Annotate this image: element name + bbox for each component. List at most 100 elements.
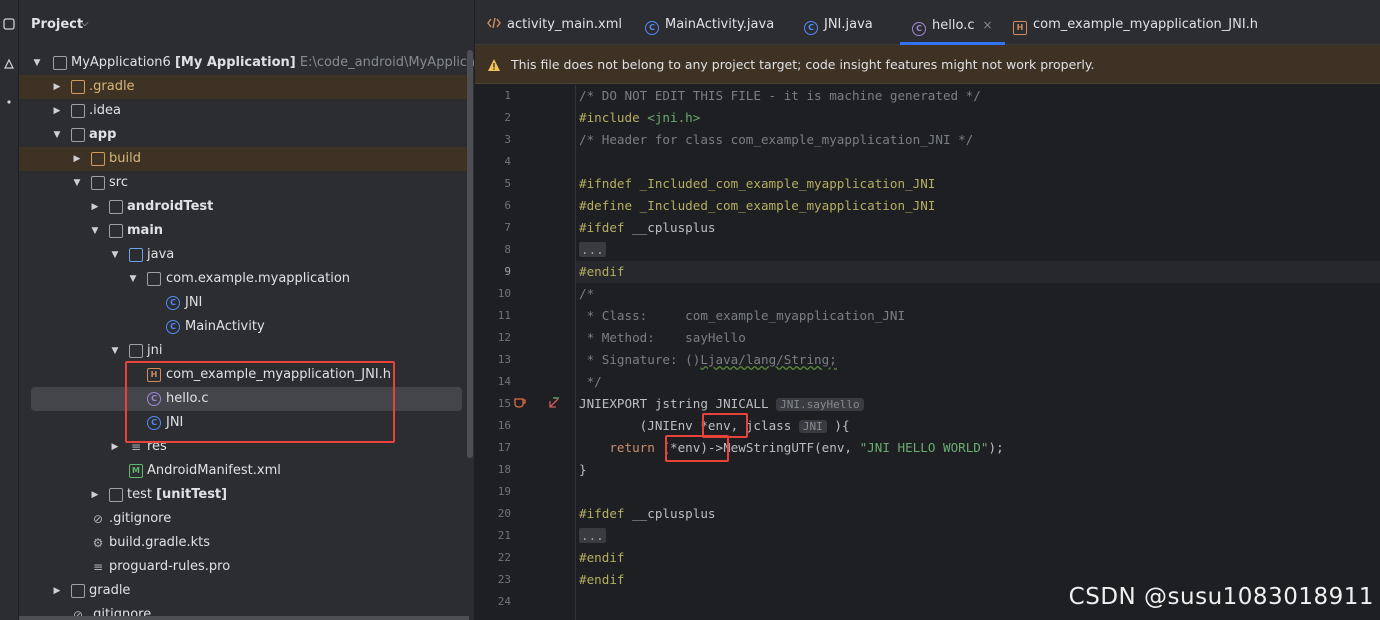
tree-item-jni-class[interactable]: C JNI: [19, 291, 467, 315]
expanded-arrow-icon[interactable]: ▼: [109, 243, 121, 267]
code-line-14[interactable]: */: [579, 371, 602, 393]
tab-mainactivity-java[interactable]: C MainActivity.java: [645, 0, 774, 45]
code-line-2[interactable]: #include <jni.h>: [579, 107, 700, 129]
line-number: 6: [504, 199, 511, 212]
expanded-arrow-icon[interactable]: ▼: [109, 339, 121, 363]
horizontal-scrollbar[interactable]: [19, 616, 469, 620]
collapsed-arrow-icon[interactable]: ▶: [109, 435, 121, 459]
code-line-21[interactable]: ...: [579, 525, 606, 547]
line-number: 22: [497, 551, 511, 564]
tab-jni-java[interactable]: C JNI.java: [804, 0, 873, 45]
tree-item-build-gradle[interactable]: ⚙ build.gradle.kts: [19, 531, 467, 555]
tree-item-app[interactable]: ▼ app: [19, 123, 467, 147]
tree-item-test[interactable]: ▶ test [unitTest]: [19, 483, 467, 507]
code-line-9[interactable]: #endif: [579, 261, 625, 283]
editor-gutter: 1 2 3 4 5 6 7 8 9 10 11 12 13 14 15 16 1…: [475, 85, 576, 620]
tree-item-src[interactable]: ▼ src: [19, 171, 467, 195]
tree-item-label: java: [147, 247, 175, 262]
code-line-7[interactable]: #ifdef __cplusplus: [579, 217, 716, 239]
collapsed-arrow-icon[interactable]: ▶: [51, 99, 63, 123]
tree-item-manifest[interactable]: M AndroidManifest.xml: [19, 459, 467, 483]
code-line-8[interactable]: ...: [579, 239, 606, 261]
module-folder-icon: [71, 128, 85, 142]
tree-item-label: JNI: [185, 295, 203, 310]
tree-item-label: MyApplication6 [My Application] E:\code_…: [71, 55, 474, 70]
close-icon[interactable]: ×: [982, 18, 992, 32]
code-line-22[interactable]: #endif: [579, 547, 625, 569]
more-tools-icon[interactable]: [2, 96, 16, 110]
tab-activity-main-xml[interactable]: activity_main.xml: [487, 0, 622, 45]
line-number: 12: [497, 331, 511, 344]
editor-tab-bar: activity_main.xml C MainActivity.java C JN…: [475, 0, 1380, 45]
code-line-1[interactable]: /* DO NOT EDIT THIS FILE - it is machine…: [579, 85, 981, 107]
collapsed-arrow-icon[interactable]: ▶: [51, 75, 63, 99]
tree-item-package[interactable]: ▼ com.example.myapplication: [19, 267, 467, 291]
folder-icon: [91, 176, 105, 190]
code-line-23[interactable]: #endif: [579, 569, 625, 591]
collapsed-arrow-icon[interactable]: ▶: [51, 579, 63, 603]
tree-item-label: MainActivity: [185, 319, 265, 334]
tree-item-proguard[interactable]: ≡ proguard-rules.pro: [19, 555, 467, 579]
code-line-3[interactable]: /* Header for class com_example_myapplic…: [579, 129, 973, 151]
collapsed-arrow-icon[interactable]: ▶: [89, 195, 101, 219]
tree-item-label: build.gradle.kts: [109, 535, 211, 550]
module-folder-icon: [53, 56, 67, 70]
tab-jni-header[interactable]: Hcom_example_myapplication_JNI.h: [1013, 0, 1258, 45]
tree-item-jni-folder[interactable]: ▼ jni: [19, 339, 467, 363]
tree-item-gitignore-app[interactable]: ⊘ .gitignore: [19, 507, 467, 531]
project-tool-icon[interactable]: [2, 18, 16, 32]
line-number: 17: [497, 441, 511, 454]
tree-item-label: androidTest: [127, 199, 214, 214]
commit-tool-icon[interactable]: [2, 58, 16, 72]
collapsed-arrow-icon[interactable]: ▶: [71, 147, 83, 171]
expanded-arrow-icon[interactable]: ▼: [127, 267, 139, 291]
tree-item-gradle[interactable]: ▶ gradle: [19, 579, 467, 603]
project-panel-title[interactable]: Project: [31, 17, 83, 32]
code-line-15[interactable]: JNIEXPORT jstring JNICALL JNI.sayHello: [579, 393, 864, 415]
tree-item-idea[interactable]: ▶ .idea: [19, 99, 467, 123]
tab-label: hello.c: [932, 18, 975, 33]
tree-item-root-module[interactable]: ▼ MyApplication6 [My Application] E:\cod…: [19, 51, 474, 75]
code-line-17[interactable]: return (*env)->NewStringUTF(env, "JNI HE…: [579, 437, 1003, 459]
code-line-10[interactable]: /*: [579, 283, 594, 305]
tree-item-java[interactable]: ▼ java: [19, 243, 467, 267]
line-number: 8: [504, 243, 511, 256]
class-icon: C: [804, 21, 818, 35]
tab-hello-c[interactable]: Chello.c ×: [900, 0, 1005, 45]
warning-icon: [487, 57, 501, 71]
expanded-arrow-icon[interactable]: ▼: [31, 51, 43, 75]
tree-item-label: .gradle: [89, 79, 135, 94]
package-icon: [147, 272, 161, 286]
jni-native-icon[interactable]: [513, 396, 527, 412]
expanded-arrow-icon[interactable]: ▼: [71, 171, 83, 195]
code-line-6[interactable]: #define _Included_com_example_myapplicat…: [579, 195, 935, 217]
line-number: 3: [504, 133, 511, 146]
line-number: 24: [497, 595, 511, 608]
code-line-12[interactable]: * Method: sayHello: [579, 327, 746, 349]
folder-icon: [71, 584, 85, 598]
navigate-to-declaration-icon[interactable]: [546, 396, 560, 412]
watermark-text: CSDN @susu1083018911: [1068, 584, 1374, 610]
expanded-arrow-icon[interactable]: ▼: [89, 219, 101, 243]
expanded-arrow-icon[interactable]: ▼: [51, 123, 63, 147]
test-folder-icon: [109, 200, 123, 214]
tree-item-main[interactable]: ▼ main: [19, 219, 467, 243]
code-line-20[interactable]: #ifdef __cplusplus: [579, 503, 716, 525]
code-line-13[interactable]: * Signature: ()Ljava/lang/String;: [579, 349, 837, 371]
c-file-icon: C: [912, 22, 926, 36]
code-line-11[interactable]: * Class: com_example_myapplication_JNI: [579, 305, 905, 327]
code-line-5[interactable]: #ifndef _Included_com_example_myapplicat…: [579, 173, 935, 195]
collapsed-arrow-icon[interactable]: ▶: [89, 483, 101, 507]
chevron-down-icon[interactable]: ⌵: [81, 18, 89, 29]
tree-item-mainactivity[interactable]: C MainActivity: [19, 315, 467, 339]
annotation-box-jni-files: [125, 361, 395, 443]
tree-item-build[interactable]: ▶ build: [19, 147, 467, 171]
line-number: 10: [497, 287, 511, 300]
line-number: 4: [504, 155, 511, 168]
folded-code-placeholder: ...: [579, 528, 606, 543]
code-line-18[interactable]: }: [579, 459, 587, 481]
tree-item-androidtest[interactable]: ▶ androidTest: [19, 195, 467, 219]
tree-item-gradle-dir[interactable]: ▶ .gradle: [19, 75, 467, 99]
vertical-scrollbar[interactable]: [467, 50, 473, 458]
folder-icon: [71, 80, 85, 94]
